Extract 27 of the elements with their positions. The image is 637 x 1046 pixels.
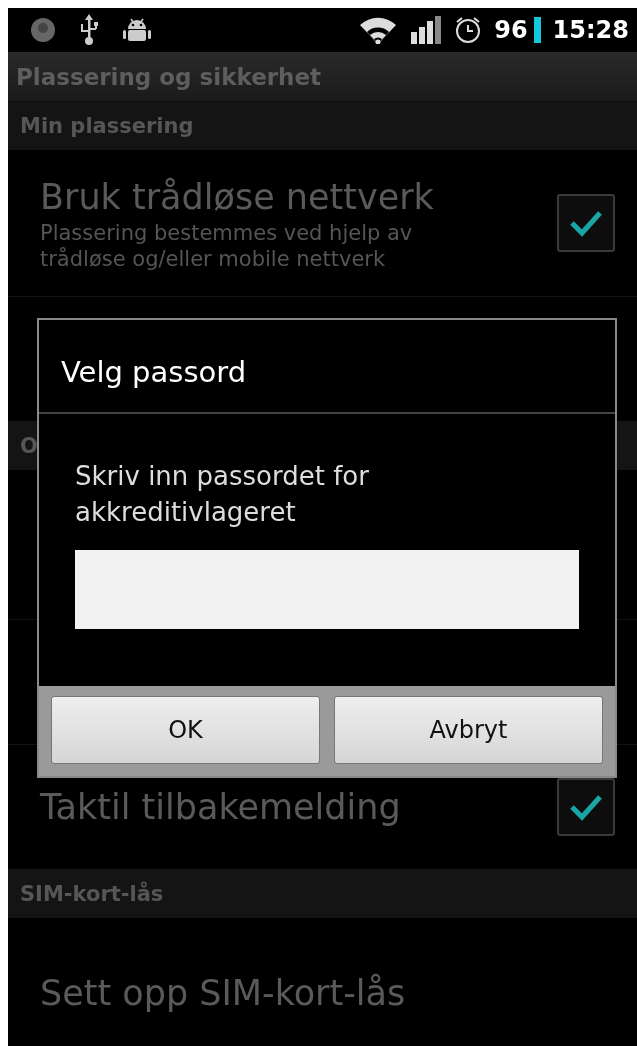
battery-icon — [533, 17, 541, 43]
dialog-message: Skriv inn passordet for akkreditivlageret — [75, 460, 370, 529]
title-bar: Plassering og sikkerhet — [8, 52, 637, 102]
preference-item[interactable]: Sett opp SIM-kort-lås — [8, 918, 637, 1046]
signal-icon — [410, 16, 443, 44]
item-title: Bruk trådløse nettverk — [40, 176, 435, 219]
cancel-button[interactable]: Avbryt — [334, 696, 603, 764]
category-header: SIM-kort-lås — [8, 870, 637, 918]
usb-icon — [78, 14, 100, 46]
clock-time: 15:28 — [552, 16, 629, 44]
item-title: Sett opp SIM-kort-lås — [40, 971, 406, 1015]
ok-button[interactable]: OK — [51, 696, 320, 764]
circle-icon — [30, 17, 56, 43]
item-summary: Plassering bestemmes ved hjelp av trådløse og/eller mobile nettverk — [40, 220, 414, 272]
category-header: Min plassering — [8, 102, 637, 150]
checkbox[interactable] — [557, 778, 615, 836]
alarm-clock-icon — [454, 16, 483, 44]
checkbox[interactable] — [557, 194, 615, 252]
password-field[interactable] — [75, 550, 579, 629]
dialog-title: Velg passord — [39, 320, 615, 414]
check-icon — [569, 209, 603, 237]
preference-item[interactable]: Bruk trådløse nettverk Plassering bestemmes ved hjelp av trådløse og/eller mobile nettverk — [8, 150, 637, 297]
check-icon — [569, 793, 603, 821]
battery-level-text: 96 — [494, 16, 528, 44]
wifi-icon — [358, 16, 399, 44]
android-icon — [122, 17, 152, 43]
item-title: Taktil tilbakemelding — [40, 786, 401, 829]
